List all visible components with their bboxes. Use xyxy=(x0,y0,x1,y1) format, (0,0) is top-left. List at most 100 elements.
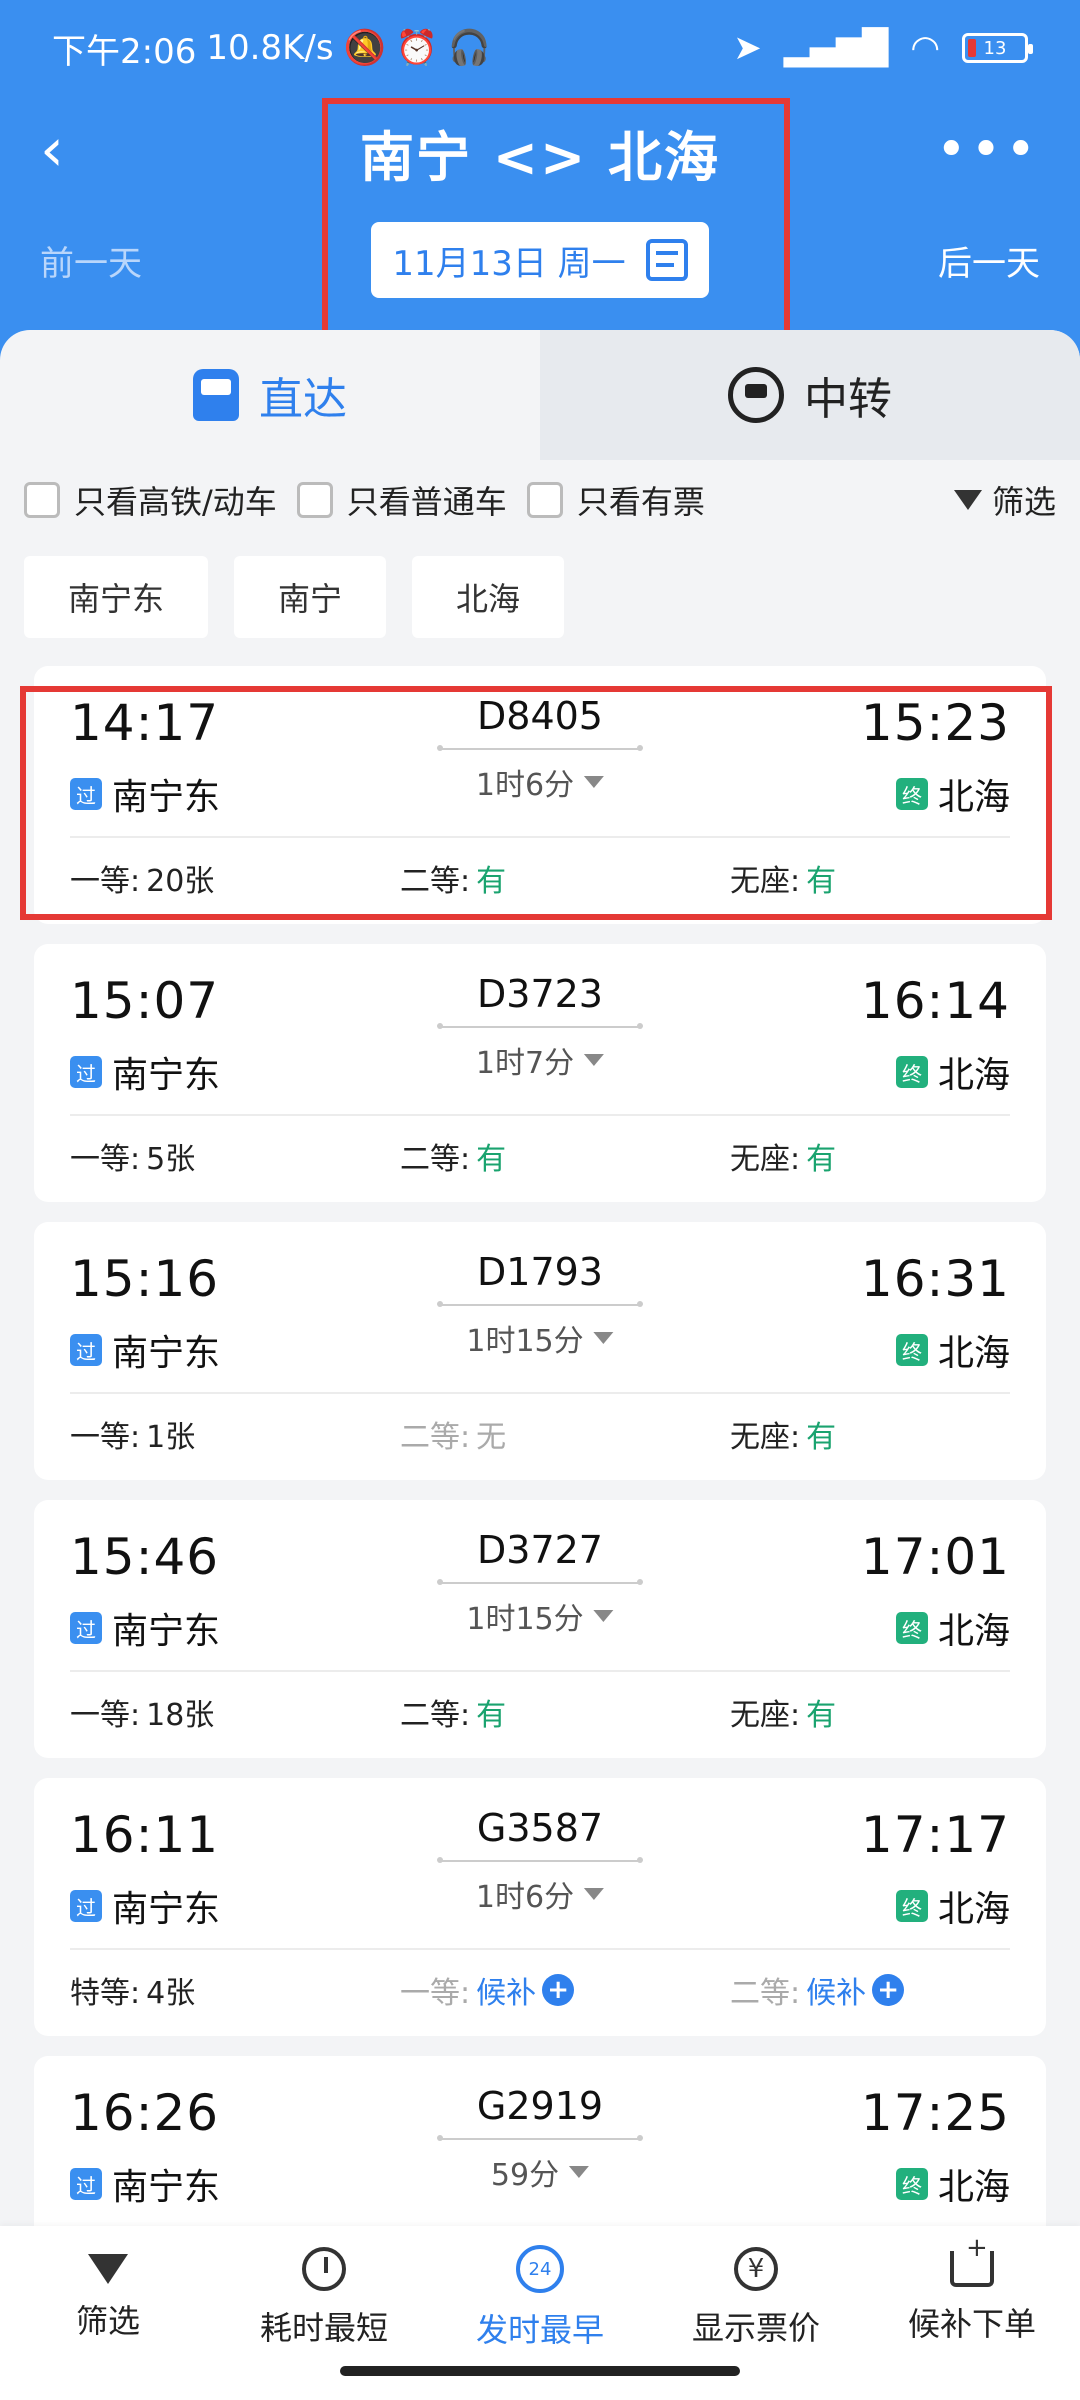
station-chip-nanning[interactable]: 南宁 xyxy=(234,556,387,638)
nav-row: ‹ 南宁 <> 北海 ••• xyxy=(0,105,1080,195)
seat-first-class: 一等: 20张 xyxy=(70,864,215,899)
seat-no-seat: 无座: 有 xyxy=(730,864,837,899)
seat-info: 特等: 4张 一等: 候补 + 二等: 候补 + xyxy=(70,1968,1010,2018)
next-day-button[interactable]: 后一天 xyxy=(938,236,1040,285)
route-line xyxy=(437,1301,643,1307)
pass-tag: 过 xyxy=(70,1334,102,1366)
departure-time: 15:16 xyxy=(70,1250,220,1308)
clock-icon xyxy=(302,2247,346,2291)
chevron-down-icon xyxy=(593,1610,614,1622)
arrival-time: 16:31 xyxy=(860,1250,1010,1308)
mute-icon: 🔕 xyxy=(343,28,386,68)
back-button[interactable]: ‹ xyxy=(40,110,120,190)
arrival-time: 16:14 xyxy=(860,972,1010,1030)
terminal-tag: 终 xyxy=(895,2168,928,2200)
date-row: 前一天 11月13日 周一 后一天 xyxy=(0,220,1080,300)
filter-button[interactable]: 筛选 xyxy=(953,477,1056,523)
train-number: D3727 xyxy=(477,1528,603,1572)
terminal-tag: 终 xyxy=(895,778,928,810)
train-card[interactable]: 15:46 D3727 1时15分 17:01 过 南宁东 终 北海 一等: 1… xyxy=(34,1500,1046,1758)
duration[interactable]: 59分 xyxy=(491,2150,590,2194)
checkbox-high-speed[interactable] xyxy=(24,482,60,518)
nav-shortest-duration[interactable]: 耗时最短 xyxy=(224,2247,424,2349)
duration[interactable]: 1时15分 xyxy=(466,1316,614,1360)
train-number: D1793 xyxy=(477,1250,603,1294)
status-bar: 下午2:06 10.8K/s 🔕 ⏰ 🎧 ➤ ▂▄▆█ ◠ 13 xyxy=(0,18,1080,78)
arrival-time: 17:01 xyxy=(860,1528,1010,1586)
nav-waitlist-order[interactable]: 候补下单 xyxy=(872,2233,1072,2345)
nav-earliest-departure[interactable]: 24 发时最早 xyxy=(440,2245,640,2351)
seat-first-class-waitlist[interactable]: 一等: 候补 + xyxy=(400,1968,575,2012)
filter-high-speed[interactable]: 只看高铁/动车 xyxy=(24,477,277,523)
add-waitlist-icon[interactable]: + xyxy=(542,1974,575,2006)
filter-normal[interactable]: 只看普通车 xyxy=(296,477,507,523)
train-number: D8405 xyxy=(477,694,603,738)
more-dots-icon: ••• xyxy=(935,120,1040,180)
24h-icon: 24 xyxy=(516,2245,564,2293)
train-icon xyxy=(193,369,239,421)
seat-second-class: 二等: 无 xyxy=(400,1420,507,1455)
yuan-icon: ¥ xyxy=(734,2247,778,2291)
date-picker-button[interactable]: 11月13日 周一 xyxy=(371,222,709,298)
seat-second-class-waitlist[interactable]: 二等: 候补 + xyxy=(730,1968,905,2012)
seat-second-class: 二等: 有 xyxy=(400,1698,507,1733)
prev-day-button[interactable]: 前一天 xyxy=(40,236,142,285)
battery-icon: 13 xyxy=(962,33,1033,63)
add-waitlist-icon[interactable]: + xyxy=(872,1974,905,2006)
funnel-icon xyxy=(953,490,982,510)
seat-premium-class: 特等: 4张 xyxy=(70,1976,196,2011)
seat-first-class: 一等: 1张 xyxy=(70,1420,196,1455)
arrival-station: 北海 xyxy=(937,1333,1010,1374)
departure-time: 15:07 xyxy=(70,972,220,1030)
departure-station: 南宁东 xyxy=(112,1333,221,1374)
arrival-time: 17:25 xyxy=(860,2084,1010,2142)
checkbox-available[interactable] xyxy=(526,482,563,518)
more-button[interactable]: ••• xyxy=(936,120,1040,180)
route-line xyxy=(437,1857,643,1863)
tab-transfer[interactable]: 中转 xyxy=(540,330,1080,460)
arrival-station: 北海 xyxy=(937,1889,1010,1930)
terminal-tag: 终 xyxy=(895,1056,928,1088)
station-chip-beihai[interactable]: 北海 xyxy=(412,556,565,638)
arrival-time: 17:17 xyxy=(860,1806,1010,1864)
departure-time: 15:46 xyxy=(70,1528,220,1586)
route-title[interactable]: 南宁 <> 北海 xyxy=(360,113,720,192)
arrival-station: 北海 xyxy=(937,777,1010,818)
station-chips: 南宁东 南宁 北海 xyxy=(24,556,565,638)
departure-station: 南宁东 xyxy=(112,1889,221,1930)
arrival-station: 北海 xyxy=(937,1611,1010,1652)
transfer-icon xyxy=(728,367,784,423)
home-indicator[interactable] xyxy=(340,2366,740,2376)
tab-transfer-label: 中转 xyxy=(804,374,892,425)
wifi-icon: ◠ xyxy=(910,28,940,68)
train-number: G3587 xyxy=(476,1806,604,1850)
header: 下午2:06 10.8K/s 🔕 ⏰ 🎧 ➤ ▂▄▆█ ◠ 13 ‹ 南宁 <>… xyxy=(0,0,1080,360)
seat-second-class: 二等: 有 xyxy=(400,1142,507,1177)
pass-tag: 过 xyxy=(70,1612,102,1644)
station-chip-nanning-east[interactable]: 南宁东 xyxy=(24,556,209,638)
train-card[interactable]: 14:17 D8405 1时6分 15:23 过 南宁东 终 北海 一等: 20… xyxy=(20,666,1052,924)
filter-bar: 只看高铁/动车 只看普通车 只看有票 筛选 xyxy=(0,460,1080,540)
seat-no-seat: 无座: 有 xyxy=(730,1698,837,1733)
tab-direct[interactable]: 直达 xyxy=(0,330,540,460)
duration[interactable]: 1时6分 xyxy=(476,1872,605,1916)
seat-first-class: 一等: 18张 xyxy=(70,1698,215,1733)
nav-filter[interactable]: 筛选 xyxy=(8,2254,208,2342)
train-card[interactable]: 16:11 G3587 1时6分 17:17 过 南宁东 终 北海 特等: 4张… xyxy=(34,1778,1046,2036)
nav-show-price[interactable]: ¥ 显示票价 xyxy=(656,2247,856,2349)
duration[interactable]: 1时7分 xyxy=(476,1038,605,1082)
checkbox-normal[interactable] xyxy=(296,482,333,518)
alarm-icon: ⏰ xyxy=(395,28,439,68)
train-card[interactable]: 15:07 D3723 1时7分 16:14 过 南宁东 终 北海 一等: 5张… xyxy=(34,944,1046,1202)
battery-level: 13 xyxy=(983,37,1007,59)
train-list: 14:17 D8405 1时6分 15:23 过 南宁东 终 北海 一等: 20… xyxy=(20,666,1052,2334)
duration[interactable]: 1时15分 xyxy=(466,1594,614,1638)
seat-info: 一等: 1张 二等: 无 无座: 有 xyxy=(70,1412,1010,1462)
duration[interactable]: 1时6分 xyxy=(476,760,605,804)
filter-available[interactable]: 只看有票 xyxy=(526,477,705,523)
train-card[interactable]: 15:16 D1793 1时15分 16:31 过 南宁东 终 北海 一等: 1… xyxy=(34,1222,1046,1480)
seat-first-class: 一等: 5张 xyxy=(70,1142,196,1177)
chevron-left-icon: ‹ xyxy=(40,115,64,185)
departure-time: 16:26 xyxy=(70,2084,220,2142)
funnel-icon xyxy=(88,2254,128,2284)
